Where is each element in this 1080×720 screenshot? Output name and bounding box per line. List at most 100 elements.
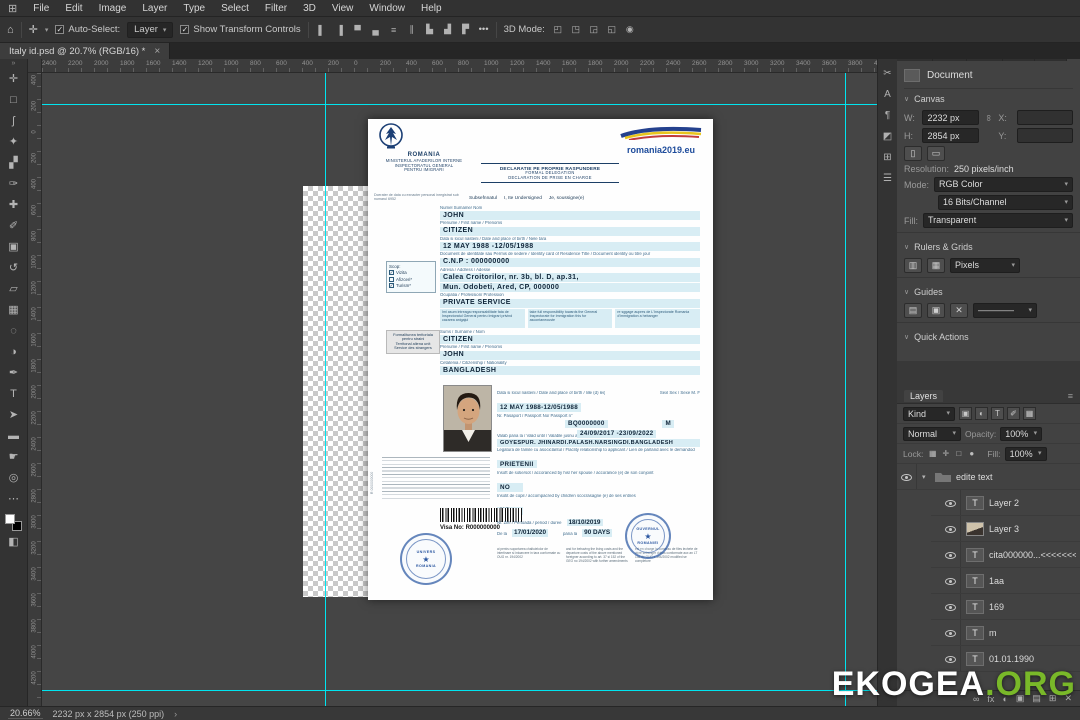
canvas-height-input[interactable]: 2854 px <box>922 128 979 143</box>
align-icon[interactable]: ▌ <box>316 25 328 35</box>
guide[interactable] <box>845 73 846 706</box>
layer-row[interactable]: ▾ cita000000...<<<<<<<<0 d <box>931 542 1080 568</box>
layer-visibility-toggle[interactable] <box>941 568 961 593</box>
canvas-width-input[interactable]: 2232 px <box>922 110 979 125</box>
ruler-units-dropdown[interactable]: Pixels ▾ <box>950 258 1020 273</box>
tool-button[interactable]: ▬ <box>2 425 26 446</box>
layer-name[interactable]: 01.01.1990 <box>989 654 1034 664</box>
status-options-icon[interactable]: › <box>174 709 177 719</box>
zoom-level-input[interactable]: 20.66% <box>8 708 43 719</box>
3d-mode-icon[interactable]: ◱ <box>606 24 618 35</box>
tool-button[interactable]: ➤ <box>2 404 26 425</box>
layer-thumbnail[interactable] <box>966 521 984 536</box>
layer-thumbnail[interactable] <box>966 495 984 510</box>
layer-filter-icon[interactable]: ▦ <box>1023 407 1036 420</box>
canvas-fill-dropdown[interactable]: Transparent ▾ <box>923 213 1073 228</box>
menu-item[interactable]: Filter <box>257 3 295 14</box>
layer-thumbnail[interactable] <box>966 573 984 588</box>
panel-icon[interactable]: ☰ <box>883 173 892 184</box>
ruler-origin-corner[interactable] <box>28 59 42 73</box>
3d-mode-icon[interactable]: ◰ <box>552 24 564 35</box>
layer-row[interactable]: ▾ edite text <box>897 464 1080 490</box>
menu-item[interactable]: Window <box>361 3 413 14</box>
link-dimensions-icon[interactable]: ∞ <box>984 113 994 123</box>
quick-actions-section-header[interactable]: ∨ Quick Actions <box>904 327 1073 345</box>
menu-item[interactable]: Help <box>413 3 450 14</box>
canvas-section-header[interactable]: ∨ Canvas <box>904 89 1073 107</box>
canvas-y-input[interactable] <box>1016 128 1073 143</box>
tool-button[interactable]: ⋯ <box>2 488 26 509</box>
fill-dropdown[interactable]: 100% ▾ <box>1004 446 1047 461</box>
align-icon[interactable]: ∥ <box>406 24 418 35</box>
layer-visibility-toggle[interactable] <box>897 464 917 489</box>
align-icon[interactable]: ▛ <box>460 24 472 35</box>
guide[interactable] <box>325 73 326 706</box>
foreground-color-swatch[interactable] <box>5 514 15 524</box>
menu-item[interactable]: Select <box>213 3 257 14</box>
auto-select-checkbox[interactable]: Auto-Select: <box>55 24 120 35</box>
toggle-rulers-button[interactable]: ▥ <box>904 258 922 273</box>
tool-button[interactable]: ▱ <box>2 278 26 299</box>
layer-visibility-toggle[interactable] <box>941 594 961 619</box>
tool-button[interactable]: ✦ <box>2 131 26 152</box>
color-swatches[interactable] <box>5 514 22 531</box>
tool-button[interactable]: ✒ <box>2 362 26 383</box>
3d-mode-icon[interactable]: ◳ <box>570 24 582 35</box>
clear-guides-button[interactable]: ✕ <box>950 303 968 318</box>
tool-button[interactable]: ✐ <box>2 215 26 236</box>
3d-mode-icon[interactable]: ◉ <box>624 24 636 35</box>
lock-icon[interactable]: □ <box>953 449 964 458</box>
layer-thumbnail[interactable] <box>935 472 951 482</box>
layer-filter-icon[interactable]: ◐ <box>975 407 988 420</box>
layer-filter-icon[interactable]: ▣ <box>959 407 972 420</box>
layer-visibility-toggle[interactable] <box>941 620 961 645</box>
bit-depth-dropdown[interactable]: 16 Bits/Channel ▾ <box>938 195 1073 210</box>
toggle-grid-button[interactable]: ▦ <box>927 258 945 273</box>
layer-row[interactable]: ▾ 1aa <box>931 568 1080 594</box>
layers-tab[interactable]: Layers <box>904 389 944 402</box>
layer-name[interactable]: 169 <box>989 602 1004 612</box>
layer-name[interactable]: cita000000...<<<<<<<<0 d <box>989 550 1076 560</box>
panel-icon[interactable]: ¶ <box>885 110 890 121</box>
landscape-orientation-button[interactable]: ▭ <box>927 146 945 161</box>
lock-icon[interactable]: ● <box>966 449 977 458</box>
align-icon[interactable]: ≡ <box>388 25 400 35</box>
panel-icon[interactable]: ✂ <box>883 68 891 79</box>
app-home-icon[interactable]: ⊞ <box>0 2 25 15</box>
guide-style-dropdown[interactable]: ———— ▾ <box>973 303 1037 318</box>
lock-guides-button[interactable]: ▣ <box>927 303 945 318</box>
layer-thumbnail[interactable] <box>966 625 984 640</box>
toggle-guides-button[interactable]: ▤ <box>904 303 922 318</box>
tool-button[interactable]: ✚ <box>2 194 26 215</box>
layer-thumbnail[interactable] <box>966 547 984 562</box>
tool-button[interactable]: ◎ <box>2 467 26 488</box>
tool-button[interactable]: ◑ <box>2 341 26 362</box>
document-canvas[interactable]: ROMANIA MINISTERUL AFADERILOR INTERNE IN… <box>368 119 713 600</box>
align-icon[interactable]: ▙ <box>424 24 436 35</box>
layer-filter-icon[interactable]: T <box>991 407 1004 420</box>
layer-row[interactable]: ▾ Layer 3 <box>931 516 1080 542</box>
3d-mode-icon[interactable]: ◲ <box>588 24 600 35</box>
align-icon[interactable]: ▟ <box>442 24 454 35</box>
move-tool-options-icon[interactable]: ✛ <box>29 23 38 36</box>
guides-section-header[interactable]: ∨ Guides <box>904 282 1073 300</box>
menu-item[interactable]: View <box>324 3 362 14</box>
tool-button[interactable]: ▦ <box>2 299 26 320</box>
group-expand-icon[interactable]: ▾ <box>922 473 930 481</box>
show-transform-checkbox[interactable]: Show Transform Controls <box>180 24 301 35</box>
menu-item[interactable]: Layer <box>134 3 175 14</box>
canvas-x-input[interactable] <box>1016 110 1073 125</box>
layer-name[interactable]: Layer 3 <box>989 524 1019 534</box>
document-tab[interactable]: Italy id.psd @ 20.7% (RGB/16) * × <box>0 43 171 59</box>
layer-name[interactable]: edite text <box>956 472 993 482</box>
tool-button[interactable]: ☛ <box>2 446 26 467</box>
tool-button[interactable]: ◌ <box>2 320 26 341</box>
layer-filter-icon[interactable]: ✐ <box>1007 407 1020 420</box>
menu-item[interactable]: 3D <box>295 3 324 14</box>
opacity-dropdown[interactable]: 100% ▾ <box>1000 426 1043 441</box>
lock-icon[interactable]: ✛ <box>940 449 951 458</box>
layer-visibility-toggle[interactable] <box>941 542 961 567</box>
menu-item[interactable]: Type <box>175 3 213 14</box>
layer-visibility-toggle[interactable] <box>941 516 961 541</box>
align-icon[interactable]: ▄ <box>370 25 382 35</box>
